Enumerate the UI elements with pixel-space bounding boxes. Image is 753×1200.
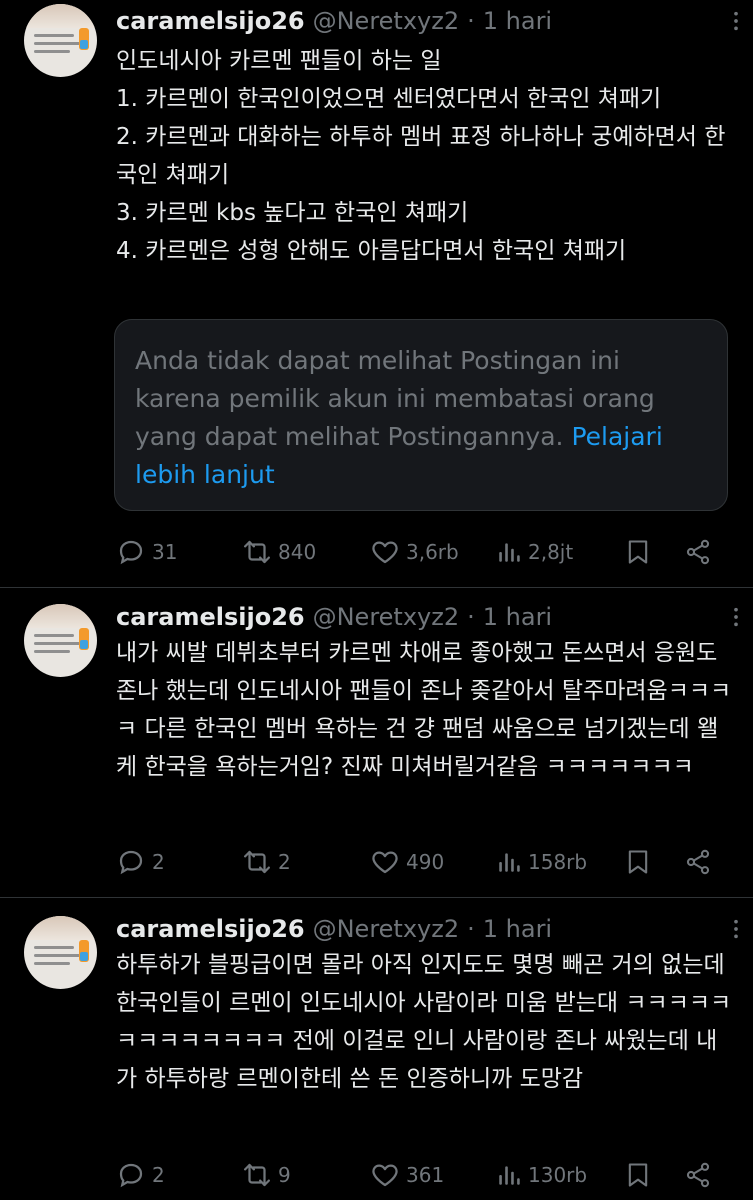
more-icon [734,919,738,939]
reply-icon [119,540,143,565]
tweet-text: 내가 씨발 데뷔초부터 카르멘 차애로 좋아했고 돈쓰면서 응원도 존나 했는데… [116,640,732,780]
repost-button[interactable]: 9 [242,1155,291,1195]
views-count: 158rb [528,850,588,874]
heart-icon [372,541,398,564]
author-name[interactable]: caramelsijo26 [116,603,305,631]
separator-dot: · [467,915,475,943]
more-icon [734,607,738,627]
reply-count: 2 [152,1163,165,1187]
repost-count: 9 [278,1163,291,1187]
quoted-post-unavailable[interactable]: Anda tidak dapat melihat Postingan ini k… [114,319,728,511]
repost-button[interactable]: 2 [242,842,291,882]
action-bar: 31 840 3,6rb 2,8jt [116,532,716,572]
share-button[interactable] [684,842,712,882]
more-button[interactable] [725,912,747,946]
repost-icon [244,850,270,874]
avatar[interactable] [24,4,97,77]
like-button[interactable]: 490 [370,842,444,882]
timestamp[interactable]: 1 hari [483,7,552,35]
reply-button[interactable]: 2 [116,1155,165,1195]
tweet-header: caramelsijo26 @Neretxyz2 · 1 hari [116,600,733,634]
like-count: 3,6rb [406,540,459,564]
tweet-divider [0,587,753,588]
author-name[interactable]: caramelsijo26 [116,915,305,943]
repost-icon [244,1163,270,1187]
share-button[interactable] [684,532,712,572]
bookmark-icon [628,1163,648,1187]
reply-count: 31 [152,540,178,564]
more-button[interactable] [725,4,747,38]
views-button[interactable]: 130rb [496,1155,587,1195]
like-count: 490 [406,850,445,874]
author-name[interactable]: caramelsijo26 [116,7,305,35]
repost-count: 2 [278,850,291,874]
more-button[interactable] [725,600,747,634]
author-handle[interactable]: @Neretxyz2 [313,7,460,35]
action-bar: 2 2 490 158rb [116,842,716,882]
views-button[interactable]: 158rb [496,842,587,882]
views-icon [499,853,520,872]
tweet-text: 인도네시아 카르멘 팬들이 하는 일 1. 카르멘이 한국인이었으면 센터였다면… [116,48,726,264]
bookmark-button[interactable] [624,842,652,882]
like-button[interactable]: 3,6rb [370,532,459,572]
tweet-header: caramelsijo26 @Neretxyz2 · 1 hari [116,4,733,38]
timestamp[interactable]: 1 hari [483,915,552,943]
author-handle[interactable]: @Neretxyz2 [313,915,460,943]
like-count: 361 [406,1163,445,1187]
bookmark-icon [628,540,648,564]
bookmark-button[interactable] [624,1155,652,1195]
views-icon [499,1166,520,1185]
views-icon [499,543,520,562]
heart-icon [372,851,398,874]
share-icon [686,1162,710,1188]
timestamp[interactable]: 1 hari [483,603,552,631]
share-icon [686,539,710,565]
reply-icon [119,850,143,875]
share-button[interactable] [684,1155,712,1195]
views-button[interactable]: 2,8jt [496,532,573,572]
more-icon [734,11,738,31]
tweet-header: caramelsijo26 @Neretxyz2 · 1 hari [116,912,733,946]
reply-button[interactable]: 31 [116,532,177,572]
separator-dot: · [467,603,475,631]
author-handle[interactable]: @Neretxyz2 [313,603,460,631]
views-count: 2,8jt [528,540,574,564]
avatar[interactable] [24,604,97,677]
repost-icon [244,540,270,564]
tweet[interactable]: caramelsijo26 @Neretxyz2 · 1 hari 인도네시아 … [0,0,753,586]
reply-button[interactable]: 2 [116,842,165,882]
tweet[interactable]: caramelsijo26 @Neretxyz2 · 1 hari 하투하가 블… [0,912,753,1200]
heart-icon [372,1164,398,1187]
reply-count: 2 [152,850,165,874]
repost-count: 840 [278,540,317,564]
like-button[interactable]: 361 [370,1155,444,1195]
reply-icon [119,1163,143,1188]
share-icon [686,849,710,875]
separator-dot: · [467,7,475,35]
repost-button[interactable]: 840 [242,532,316,572]
tweet-divider [0,897,753,898]
avatar[interactable] [24,916,97,989]
views-count: 130rb [528,1163,588,1187]
action-bar: 2 9 361 130rb [116,1155,716,1195]
tweet-text: 하투하가 블핑급이면 몰라 아직 인지도도 몇명 빼곤 거의 없는데 한국인들이… [116,952,732,1092]
tweet[interactable]: caramelsijo26 @Neretxyz2 · 1 hari 내가 씨발 … [0,600,753,890]
bookmark-icon [628,850,648,874]
bookmark-button[interactable] [624,532,652,572]
